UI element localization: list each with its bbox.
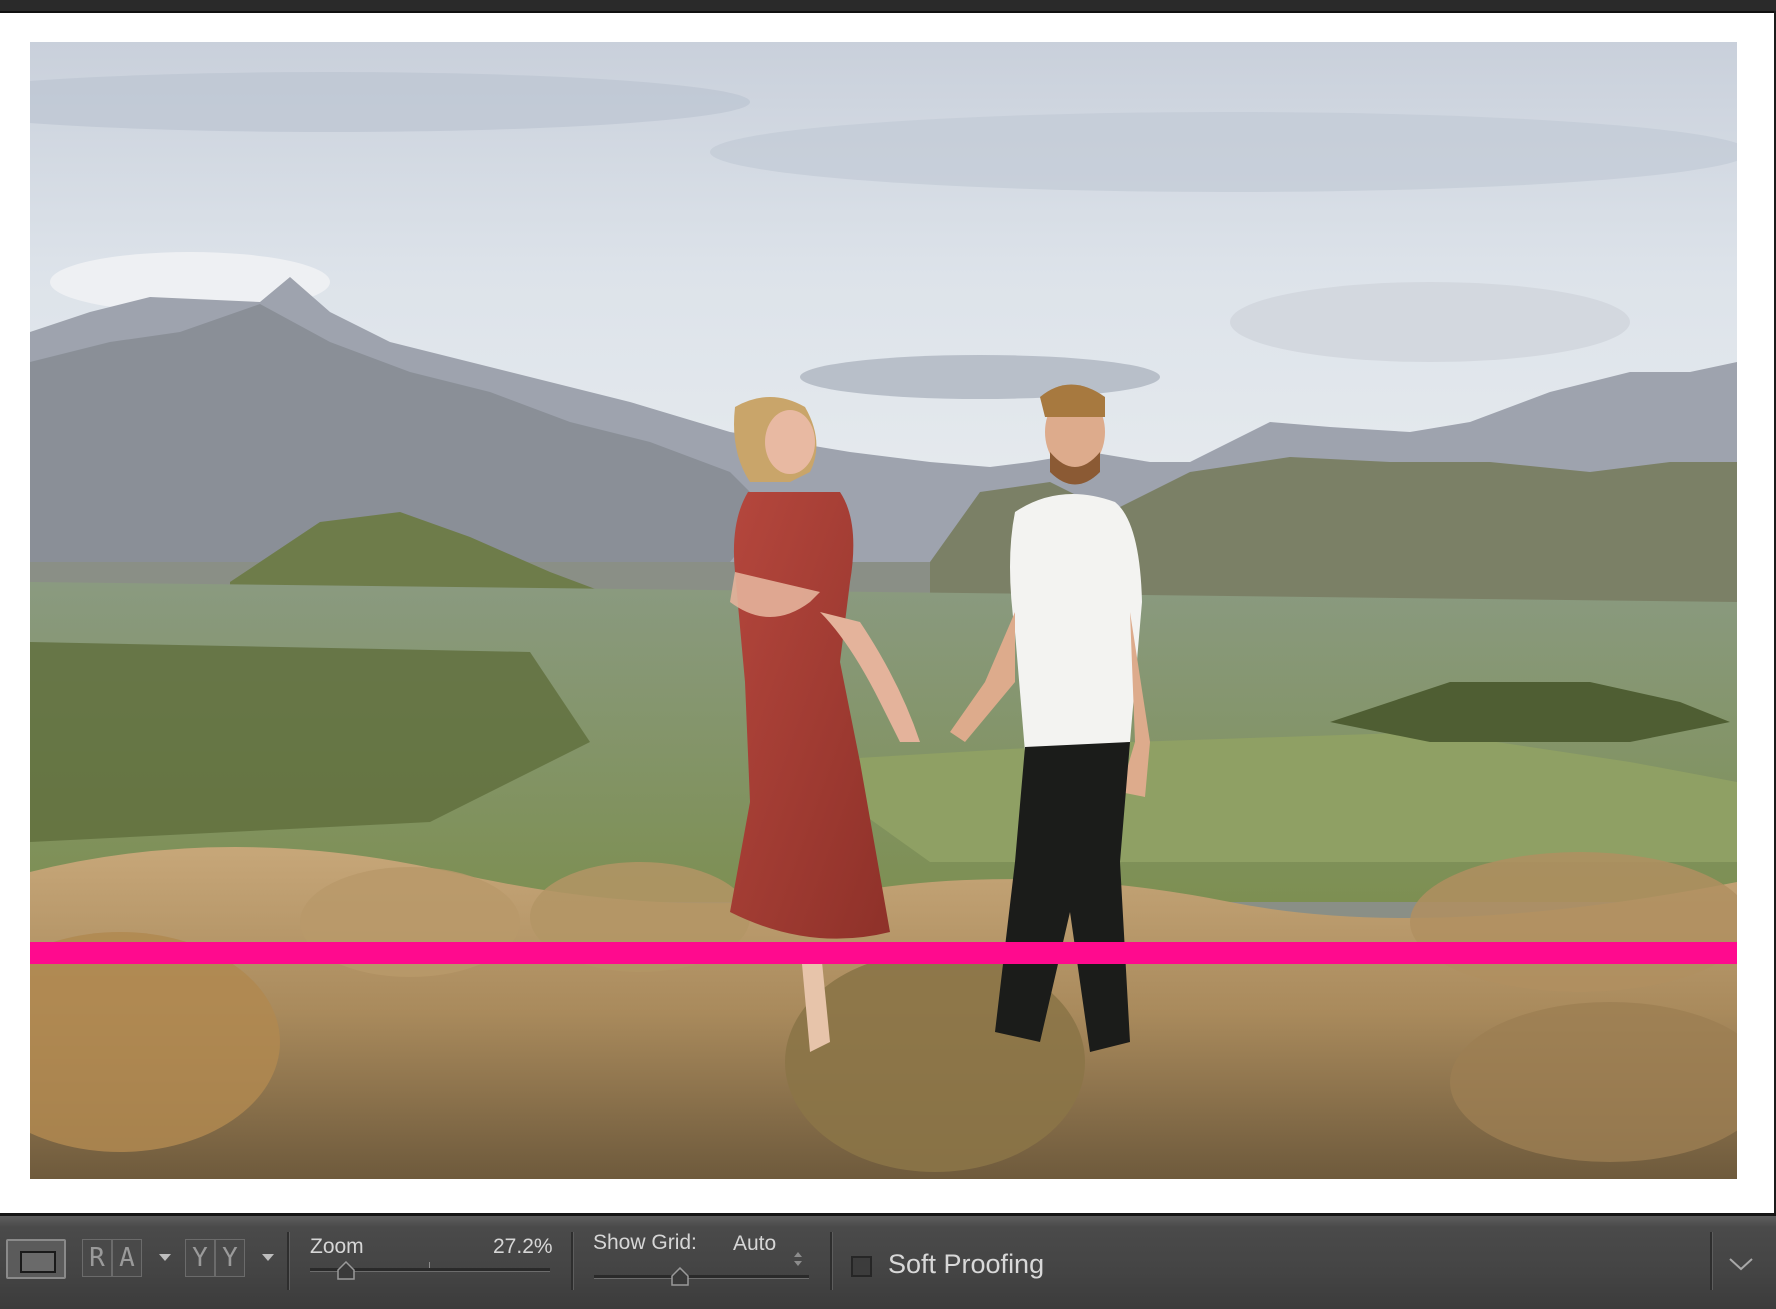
zoom-label: Zoom [310, 1235, 364, 1258]
develop-photo-canvas[interactable] [30, 42, 1737, 1179]
grid-opacity-slider[interactable] [594, 1275, 809, 1279]
chevron-down-icon[interactable] [1728, 1256, 1754, 1272]
toolbar-divider [571, 1232, 574, 1290]
before-after-glyph-2: A [112, 1239, 142, 1277]
compare-dropdown-icon[interactable] [262, 1254, 274, 1261]
soft-proofing-checkbox[interactable] [851, 1256, 872, 1277]
highlight-line [30, 942, 1737, 964]
zoom-slider-tick [429, 1262, 430, 1268]
window-top-edge [0, 0, 1776, 13]
before-after-glyph-1: R [82, 1239, 112, 1277]
soft-proofing-label[interactable]: Soft Proofing [888, 1249, 1044, 1280]
show-grid-stepper-icon[interactable] [793, 1249, 803, 1269]
toolbar-divider [830, 1232, 833, 1290]
before-after-button[interactable]: R A [82, 1239, 142, 1279]
toolbar-divider [1710, 1232, 1713, 1290]
show-grid-value[interactable]: Auto [733, 1232, 776, 1256]
grid-opacity-slider-thumb[interactable] [670, 1267, 690, 1287]
zoom-slider-thumb[interactable] [336, 1261, 356, 1281]
zoom-value: 27.2% [493, 1235, 553, 1258]
develop-toolbar: R A Y Y Zoom 27.2% Show Grid: Auto Soft … [0, 1213, 1776, 1309]
loupe-view-icon [20, 1251, 56, 1273]
compare-glyph-1: Y [185, 1239, 215, 1277]
show-grid-label: Show Grid: [593, 1231, 697, 1254]
compare-button[interactable]: Y Y [185, 1239, 245, 1279]
compare-glyph-2: Y [215, 1239, 245, 1277]
before-after-dropdown-icon[interactable] [159, 1254, 171, 1261]
loupe-view-button[interactable] [6, 1239, 66, 1279]
toolbar-divider [287, 1232, 290, 1290]
photo-image [30, 42, 1737, 1179]
